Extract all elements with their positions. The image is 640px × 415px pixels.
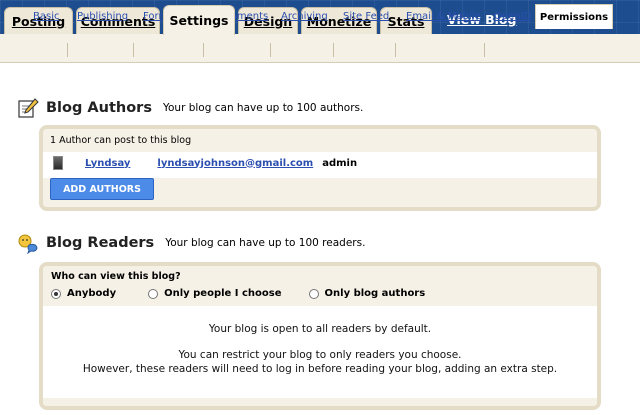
radio-label: Only blog authors (324, 288, 426, 299)
authors-box-footer: ADD AUTHORS (43, 178, 597, 207)
people-chat-icon (17, 232, 39, 255)
tab-settings[interactable]: Settings (163, 5, 235, 35)
subnav-divider (270, 43, 271, 57)
radio-unselected[interactable] (148, 288, 159, 299)
visibility-question: Who can view this blog? (51, 271, 181, 282)
readers-title: Blog Readers (46, 235, 155, 251)
readers-description: Your blog can have up to 100 readers. (165, 237, 366, 249)
message-restrict: You can restrict your blog to only reade… (178, 349, 462, 361)
authors-description: Your blog can have up to 100 authors. (162, 102, 364, 114)
radio-label: Only people I choose (164, 288, 282, 299)
readers-message: Your blog is open to all readers by defa… (43, 306, 597, 376)
subnav-divider (395, 43, 396, 57)
message-login: However, these readers will need to log … (82, 363, 558, 375)
subnav-basic[interactable]: Basic (33, 11, 59, 22)
subnav-publishing[interactable]: Publishing (77, 11, 128, 22)
subnav-divider (67, 43, 68, 57)
avatar (53, 156, 63, 170)
subnav-email-mobile[interactable]: Email & Mobile (406, 11, 481, 22)
subnav-divider (133, 43, 134, 57)
subnav-archiving[interactable]: Archiving (281, 11, 328, 22)
author-count: 1 Author can post to this blog (43, 129, 597, 152)
readers-box: Who can view this blog? Anybody Only peo… (39, 262, 601, 410)
readers-section-header: Blog Readers Your blog can have up to 10… (17, 232, 366, 255)
radio-unselected[interactable] (308, 288, 319, 299)
radio-only-blog-authors[interactable]: Only blog authors (308, 288, 426, 299)
add-authors-button[interactable]: ADD AUTHORS (50, 178, 154, 200)
readers-box-header: Who can view this blog? Anybody Only peo… (43, 266, 597, 306)
author-name-link[interactable]: Lyndsay (85, 158, 130, 169)
author-row: Lyndsay lyndsayjohnson@gmail.com admin (43, 152, 597, 174)
radio-only-people-i-choose[interactable]: Only people I choose (148, 288, 282, 299)
settings-subnav (0, 34, 640, 63)
subnav-site-feed[interactable]: Site Feed (343, 11, 389, 22)
pencil-notepad-icon (17, 97, 39, 119)
radio-selected[interactable] (51, 288, 61, 299)
readers-box-footer (43, 398, 597, 406)
author-role: admin (322, 157, 358, 169)
radio-anybody[interactable]: Anybody (51, 288, 116, 299)
radio-label: Anybody (67, 288, 117, 299)
message-default: Your blog is open to all readers by defa… (208, 323, 432, 335)
authors-title: Blog Authors (46, 100, 152, 116)
subnav-openid[interactable]: OpenID (494, 11, 531, 22)
author-email-link[interactable]: lyndsayjohnson@gmail.com (157, 158, 313, 169)
subnav-permissions[interactable]: Permissions (535, 4, 613, 29)
authors-section-header: Blog Authors Your blog can have up to 10… (17, 97, 363, 119)
subnav-divider (203, 43, 204, 57)
subnav-divider (333, 43, 334, 57)
authors-box: 1 Author can post to this blog Lyndsay l… (39, 125, 601, 211)
subnav-divider (484, 43, 485, 57)
visibility-options: Anybody Only people I choose Only blog a… (51, 288, 589, 299)
